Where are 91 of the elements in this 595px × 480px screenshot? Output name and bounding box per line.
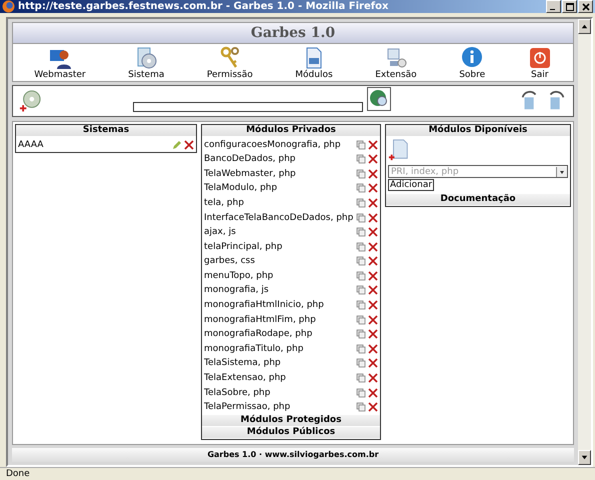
delete-icon[interactable] — [368, 154, 378, 164]
module-name: BancoDeDados, php — [204, 154, 297, 164]
module-name: TelaWebmaster, php — [204, 168, 297, 179]
module-name: monografiaHtmlFim, php — [204, 314, 317, 325]
minimize-icon — [550, 8, 555, 10]
add-button[interactable]: Adicionar — [388, 179, 434, 192]
section-heading[interactable]: Documentação — [386, 194, 570, 206]
module-name: TelaModulo, php — [204, 183, 278, 194]
delete-icon[interactable] — [368, 242, 378, 252]
copy-icon[interactable] — [356, 344, 366, 354]
menu-item[interactable]: Módulos — [295, 46, 333, 80]
system-name: AAAA — [18, 140, 44, 150]
module-name: monografiaRodape, php — [204, 329, 314, 340]
delete-icon[interactable] — [368, 300, 378, 310]
menu-item[interactable]: Sobre — [459, 46, 486, 80]
panel-heading: Módulos Diponíveis — [386, 125, 570, 138]
copy-icon[interactable] — [356, 388, 366, 398]
module-name: configuracoesMonografia, php — [204, 140, 342, 150]
delete-icon[interactable] — [368, 168, 378, 179]
menu-item[interactable]: Extensão — [375, 46, 417, 80]
copy-icon[interactable] — [356, 358, 366, 368]
copy-icon[interactable] — [356, 402, 366, 412]
scrollbar[interactable] — [578, 19, 591, 465]
module-name: InterfaceTelaBancoDeDados, php — [204, 212, 354, 223]
globe-search-icon[interactable] — [367, 87, 391, 112]
module-name: monografiaTitulo, php — [204, 344, 304, 354]
delete-icon[interactable] — [368, 140, 378, 150]
copy-icon[interactable] — [356, 300, 366, 310]
delete-icon[interactable] — [368, 329, 378, 340]
module-name: TelaSistema, php — [204, 358, 282, 368]
delete-icon[interactable] — [368, 212, 378, 223]
page-footer: Garbes 1.0 · www.silviogarbes.com.br — [12, 448, 574, 462]
copy-icon[interactable] — [356, 256, 366, 266]
copy-icon[interactable] — [356, 198, 366, 208]
scroll-down-icon — [580, 452, 589, 462]
copy-icon[interactable] — [356, 212, 366, 223]
copy-icon[interactable] — [356, 183, 366, 194]
module-name: TelaSobre, php — [204, 388, 272, 398]
delete-icon[interactable] — [368, 314, 378, 325]
delete-icon[interactable] — [184, 140, 194, 150]
module-name: garbes, css — [204, 256, 256, 266]
section-heading[interactable]: Módulos Públicos — [202, 426, 380, 439]
window-title: http://teste.garbes.festnews.com.br - Garbes 1.0 - Mozilla Firefox — [18, 1, 390, 12]
copy-icon[interactable] — [356, 314, 366, 325]
delete-icon[interactable] — [368, 227, 378, 238]
panel-heading: Sistemas — [16, 125, 196, 138]
delete-icon[interactable] — [368, 285, 378, 296]
minimize-button[interactable] — [546, 0, 561, 14]
copy-icon[interactable] — [356, 285, 366, 296]
status-bar: Done — [0, 466, 595, 480]
delete-icon[interactable] — [368, 270, 378, 281]
scroll-up-icon — [580, 22, 589, 32]
copy-icon[interactable] — [356, 329, 366, 340]
delete-icon[interactable] — [368, 388, 378, 398]
module-name: TelaExtensao, php — [204, 373, 287, 384]
close-icon — [580, 2, 590, 12]
input-field[interactable] — [133, 102, 363, 112]
menu-item[interactable]: Sistema — [128, 46, 164, 80]
maximize-button[interactable] — [562, 0, 577, 14]
delete-icon[interactable] — [368, 198, 378, 208]
browser-icon — [2, 0, 15, 14]
copy-icon[interactable] — [356, 154, 366, 164]
delete-icon[interactable] — [368, 358, 378, 368]
maximize-icon — [564, 2, 574, 12]
copy-icon[interactable] — [356, 373, 366, 384]
delete-icon[interactable] — [368, 183, 378, 194]
menu-item[interactable]: Sair — [528, 46, 552, 80]
copy-icon[interactable] — [356, 270, 366, 281]
module-name: tela, php — [204, 198, 245, 208]
delete-icon[interactable] — [368, 256, 378, 266]
menu-item[interactable]: Permissão — [206, 46, 253, 80]
close-button[interactable] — [578, 0, 593, 14]
panel-heading: Módulos Privados — [202, 125, 380, 138]
module-name: telaPrincipal, php — [204, 242, 284, 252]
copy-icon[interactable] — [356, 227, 366, 238]
copy-icon[interactable] — [356, 140, 366, 150]
module-name: monografiaHtmlInicio, php — [204, 300, 325, 310]
page-header: Garbes 1.0 — [12, 22, 574, 44]
copy-icon[interactable] — [356, 168, 366, 179]
delete-icon[interactable] — [368, 373, 378, 384]
copy-icon[interactable] — [356, 242, 366, 252]
module-name: menuTopo, php — [204, 270, 274, 281]
delete-icon[interactable] — [368, 344, 378, 354]
module-name: TelaPermissao, php — [204, 402, 292, 412]
new-document-icon[interactable] — [388, 139, 410, 162]
delete-icon[interactable] — [368, 402, 378, 412]
add-disc-icon[interactable] — [19, 90, 41, 112]
module-name: monografia, js — [204, 285, 270, 296]
section-heading[interactable]: Módulos Protegidos — [202, 414, 380, 427]
module-name: ajax, js — [204, 227, 237, 238]
menu-item[interactable]: Webmaster — [34, 46, 86, 80]
